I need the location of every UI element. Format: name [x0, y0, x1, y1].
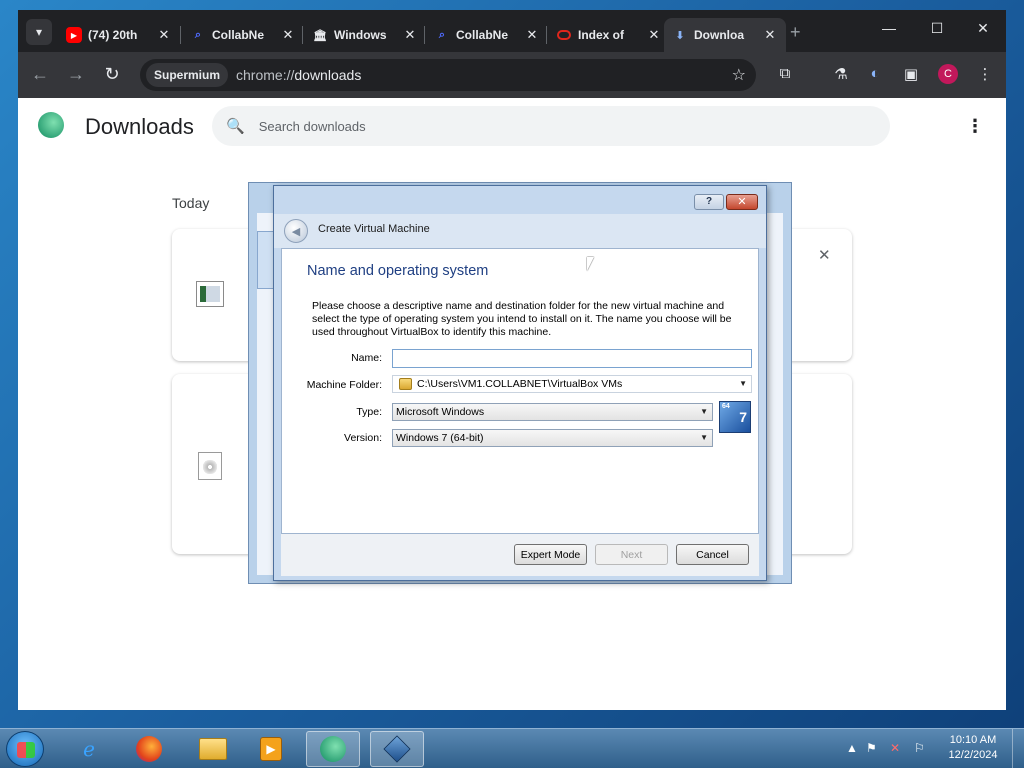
os-version-select[interactable]: Windows 7 (64-bit) ▼	[392, 429, 713, 447]
labs-flask-icon[interactable]: ⚗	[830, 65, 852, 83]
media-player-icon[interactable]: ▶	[244, 731, 298, 767]
expert-mode-button[interactable]: Expert Mode	[514, 544, 587, 565]
reload-icon[interactable]: ↻	[100, 64, 124, 85]
create-vm-dialog: ? ✕ ◀ Create Virtual Machine Name and op…	[273, 185, 767, 581]
building-icon: 🏛	[313, 29, 327, 42]
taskbar-clock[interactable]: 10:10 AM 12/2/2024	[946, 733, 1000, 763]
day-label: Today	[172, 195, 210, 211]
internet-explorer-icon[interactable]: ℯ	[62, 731, 116, 767]
close-icon[interactable]: ✕	[762, 27, 778, 43]
url-text: chrome://downloads	[236, 67, 362, 83]
show-hidden-icons-icon[interactable]: ▲	[846, 741, 858, 755]
forward-icon[interactable]: →	[64, 64, 88, 85]
close-icon[interactable]: ✕	[280, 27, 296, 43]
extensions-icon[interactable]: ⧉	[774, 65, 796, 82]
tab-strip: ▾ ▶ (74) 20th ✕ ⌕ CollabNe ✕ 🏛 Windows ✕…	[18, 10, 1006, 52]
machine-folder-label: Machine Folder:	[306, 379, 382, 391]
side-panel-icon[interactable]: ▣	[900, 65, 922, 83]
update-icon[interactable]: ◐	[864, 65, 886, 82]
address-bar[interactable]: Supermium chrome://downloads ☆	[140, 59, 756, 91]
page-title: Downloads	[85, 114, 194, 139]
search-downloads-input[interactable]: 🔍 Search downloads	[212, 106, 890, 146]
download-icon: ⬇	[675, 29, 685, 42]
maximize-button[interactable]: ☐	[922, 20, 952, 37]
clock-time: 10:10 AM	[949, 734, 997, 746]
folder-icon	[399, 378, 412, 390]
dialog-header: ◀ Create Virtual Machine	[274, 214, 766, 248]
firefox-icon[interactable]	[122, 731, 176, 767]
next-button[interactable]: Next	[595, 544, 668, 565]
back-icon[interactable]: ←	[28, 64, 52, 85]
tab-label: CollabNe	[212, 28, 265, 42]
close-icon[interactable]: ✕	[646, 27, 662, 43]
profile-avatar[interactable]: C	[938, 64, 958, 84]
close-icon[interactable]: ✕	[524, 27, 540, 43]
start-button[interactable]	[6, 731, 44, 767]
disc-image-icon	[198, 452, 222, 480]
tab-youtube[interactable]: ▶ (74) 20th ✕	[58, 18, 180, 52]
tab-index-of[interactable]: Index of ✕	[548, 18, 670, 52]
clock-date: 12/2/2024	[948, 749, 998, 761]
supermium-browser-icon[interactable]	[306, 731, 360, 767]
close-icon[interactable]: ✕	[402, 27, 418, 43]
search-icon: 🔍	[226, 118, 245, 135]
show-desktop-button[interactable]	[1012, 729, 1024, 768]
bookmark-star-icon[interactable]: ☆	[732, 65, 746, 85]
help-button[interactable]: ?	[694, 194, 724, 210]
machine-folder-select[interactable]: C:\Users\VM1.COLLABNET\VirtualBox VMs ▼	[392, 375, 752, 393]
remove-download-icon[interactable]: ✕	[818, 246, 831, 264]
tab-collabnet-2[interactable]: ⌕ CollabNe ✕	[426, 18, 548, 52]
virtualbox-icon[interactable]	[370, 731, 424, 767]
tab-label: Downloa	[694, 28, 744, 42]
oracle-icon	[556, 27, 572, 43]
new-tab-button[interactable]: +	[790, 22, 801, 43]
tab-collabnet-1[interactable]: ⌕ CollabNe ✕	[182, 18, 304, 52]
name-label: Name:	[351, 352, 382, 364]
action-center-icon[interactable]: ⚑	[866, 741, 877, 755]
chevron-down-icon: ▼	[739, 379, 747, 388]
app-logo-icon	[38, 112, 64, 138]
tab-windows[interactable]: 🏛 Windows ✕	[304, 18, 426, 52]
cancel-button[interactable]: Cancel	[676, 544, 749, 565]
flag-tray-icon[interactable]: ⚐	[914, 741, 925, 755]
chevron-down-icon: ▼	[700, 407, 708, 416]
tab-label: Windows	[334, 28, 387, 42]
browser-toolbar: ← → ↻ Supermium chrome://downloads ☆ ⧉ ⚗…	[18, 52, 1006, 98]
file-icon	[196, 281, 224, 307]
vm-name-input[interactable]	[392, 349, 752, 368]
tab-label: (74) 20th	[88, 28, 138, 42]
taskbar: ℯ ▶ ▲ ⚑ ✕ ⚐ 10:10 AM 12/2/2024	[0, 728, 1024, 768]
tab-label: CollabNe	[456, 28, 509, 42]
type-label: Type:	[356, 406, 382, 418]
minimize-button[interactable]: —	[874, 20, 904, 36]
windows-7-os-icon: 64 7	[719, 401, 751, 433]
network-disconnected-icon[interactable]: ✕	[890, 741, 900, 755]
menu-kebab-icon[interactable]: ⋮	[974, 65, 996, 83]
youtube-icon: ▶	[66, 27, 82, 43]
tab-label: Index of	[578, 28, 625, 42]
tab-downloads[interactable]: ⬇ Downloa ✕	[664, 18, 786, 52]
step-title: Name and operating system	[307, 263, 489, 279]
search-icon: ⌕	[194, 28, 202, 41]
tab-search-button[interactable]: ▾	[26, 19, 52, 45]
dialog-caption: Create Virtual Machine	[318, 223, 430, 235]
search-icon: ⌕	[438, 28, 446, 41]
os-type-select[interactable]: Microsoft Windows ▼	[392, 403, 713, 421]
version-label: Version:	[344, 432, 382, 444]
step-description: Please choose a descriptive name and des…	[312, 300, 732, 338]
dialog-close-button[interactable]: ✕	[726, 194, 758, 210]
chevron-down-icon: ▼	[700, 433, 708, 442]
file-explorer-icon[interactable]	[186, 731, 240, 767]
close-icon[interactable]: ✕	[156, 27, 172, 43]
dialog-footer: Expert Mode Next Cancel	[281, 534, 759, 576]
window-close-button[interactable]: ✕	[968, 20, 998, 37]
more-actions-icon[interactable]: ⋮	[966, 116, 984, 137]
mouse-cursor-icon	[587, 257, 594, 271]
windows-logo-icon	[17, 742, 35, 758]
back-arrow-icon[interactable]: ◀	[284, 219, 308, 243]
browser-chip: Supermium	[146, 63, 229, 87]
wizard-page: Name and operating system Please choose …	[281, 248, 759, 534]
